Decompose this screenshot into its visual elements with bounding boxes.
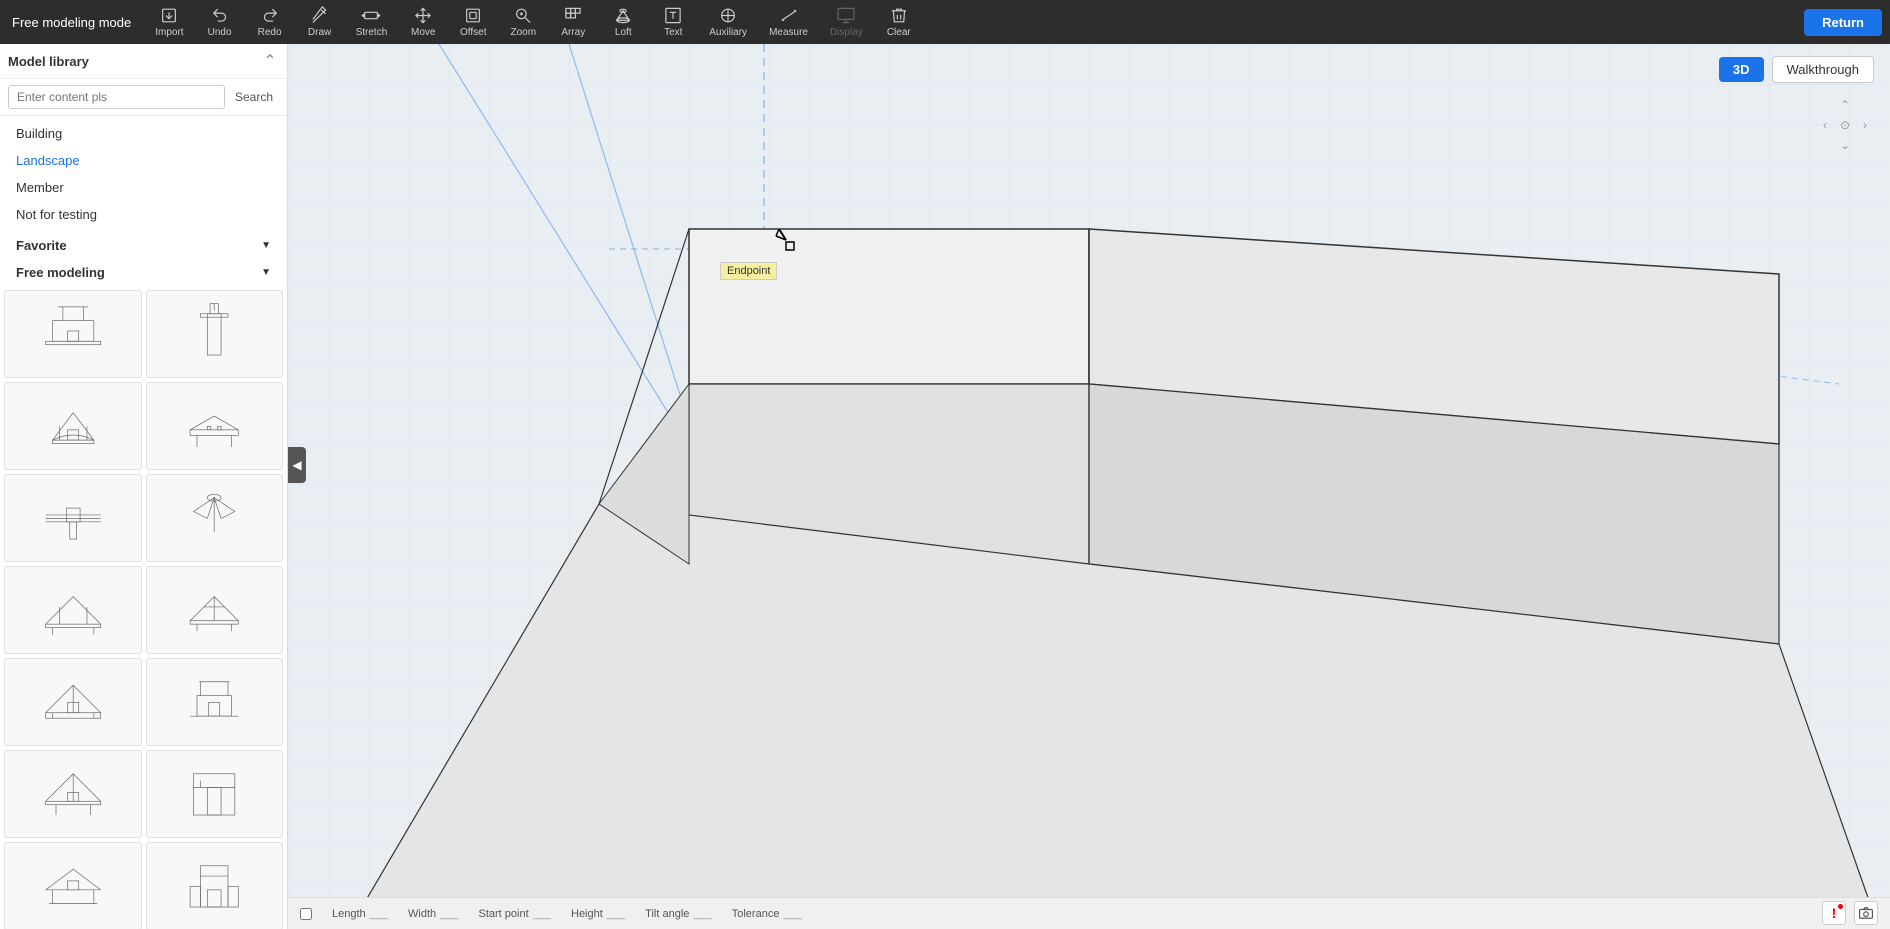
auxiliary-button[interactable]: Auxiliary xyxy=(699,2,757,42)
thumbnail-7[interactable] xyxy=(4,566,142,654)
text-button[interactable]: Text xyxy=(649,2,697,42)
free-modeling-arrow-icon: ▼ xyxy=(261,267,271,278)
array-button[interactable]: Array xyxy=(549,2,597,42)
status-width: Width ___ xyxy=(408,908,458,920)
thumbnail-13[interactable] xyxy=(4,842,142,929)
favorite-section[interactable]: Favorite ▼ xyxy=(0,232,287,259)
clear-button[interactable]: Clear xyxy=(875,2,923,42)
search-bar: Search xyxy=(0,79,287,116)
zoom-button[interactable]: Zoom xyxy=(499,2,547,42)
thumbnail-14[interactable] xyxy=(146,842,284,929)
bottom-right-icons: ! xyxy=(1822,901,1878,925)
sidebar-title: Model library xyxy=(8,54,255,69)
favorite-arrow-icon: ▼ xyxy=(261,240,271,251)
free-modeling-section[interactable]: Free modeling ▼ xyxy=(0,259,287,286)
thumbnail-9[interactable] xyxy=(4,658,142,746)
thumbnail-4[interactable] xyxy=(146,382,284,470)
status-length: Length ___ xyxy=(332,908,388,920)
toolbar: Free modeling mode Import Undo Redo Draw… xyxy=(0,0,1890,44)
search-input[interactable] xyxy=(8,85,225,109)
return-button[interactable]: Return xyxy=(1804,9,1882,36)
view-controls: 3D Walkthrough xyxy=(1719,56,1874,83)
walkthrough-button[interactable]: Walkthrough xyxy=(1772,56,1875,83)
viewport[interactable]: 3D Walkthrough ⌃ ‹ ⊙ › ⌄ xyxy=(288,44,1890,929)
stretch-button[interactable]: Stretch xyxy=(346,2,398,42)
move-button[interactable]: Move xyxy=(399,2,447,42)
thumbnail-grid xyxy=(0,286,287,929)
sidebar: Model library ⌃ Search Building Landscap… xyxy=(0,44,288,929)
status-tolerance: Tolerance ___ xyxy=(732,908,802,920)
nav-home-icon[interactable]: ⊙ xyxy=(1836,116,1854,134)
search-button[interactable]: Search xyxy=(229,86,279,108)
sidebar-item-not-testing[interactable]: Not for testing xyxy=(0,201,287,228)
draw-button[interactable]: Draw xyxy=(296,2,344,42)
status-tilt-angle: Tilt angle ___ xyxy=(645,908,712,920)
warning-icon[interactable]: ! xyxy=(1822,901,1846,925)
offset-button[interactable]: Offset xyxy=(449,2,497,42)
thumbnail-6[interactable] xyxy=(146,474,284,562)
sidebar-toggle-button[interactable]: ◀ xyxy=(288,447,306,483)
nav-down-icon[interactable]: ⌄ xyxy=(1836,136,1854,154)
nav-right-icon[interactable]: › xyxy=(1856,116,1874,134)
sidebar-header: Model library ⌃ xyxy=(0,44,287,79)
undo-button[interactable]: Undo xyxy=(196,2,244,42)
camera-icon[interactable] xyxy=(1854,901,1878,925)
measure-button[interactable]: Measure xyxy=(759,2,818,42)
thumbnail-8[interactable] xyxy=(146,566,284,654)
thumbnail-11[interactable] xyxy=(4,750,142,838)
nav-left-icon[interactable]: ‹ xyxy=(1816,116,1834,134)
3d-button[interactable]: 3D xyxy=(1719,57,1764,82)
nav-arrows: ⌃ ‹ ⊙ › ⌄ xyxy=(1816,96,1874,154)
thumbnail-5[interactable] xyxy=(4,474,142,562)
status-start-point: Start point ___ xyxy=(479,908,552,920)
loft-button[interactable]: Loft xyxy=(599,2,647,42)
status-height: Height ___ xyxy=(571,908,625,920)
thumbnail-3[interactable] xyxy=(4,382,142,470)
redo-button[interactable]: Redo xyxy=(246,2,294,42)
import-button[interactable]: Import xyxy=(145,2,193,42)
sidebar-collapse-icon[interactable]: ⌃ xyxy=(261,52,279,70)
sidebar-item-landscape[interactable]: Landscape xyxy=(0,147,287,174)
main-area: Model library ⌃ Search Building Landscap… xyxy=(0,44,1890,929)
thumbnail-2[interactable] xyxy=(146,290,284,378)
display-button[interactable]: Display xyxy=(820,2,873,42)
nav-up-icon[interactable]: ⌃ xyxy=(1836,96,1854,114)
thumbnail-12[interactable] xyxy=(146,750,284,838)
category-list: Building Landscape Member Not for testin… xyxy=(0,116,287,232)
thumbnail-1[interactable] xyxy=(4,290,142,378)
thumbnail-10[interactable] xyxy=(146,658,284,746)
canvas-svg[interactable] xyxy=(288,44,1890,929)
sidebar-item-member[interactable]: Member xyxy=(0,174,287,201)
statusbar: Length ___ Width ___ Start point ___ Hei… xyxy=(288,897,1890,929)
statusbar-checkbox[interactable] xyxy=(300,908,312,920)
sidebar-item-building[interactable]: Building xyxy=(0,120,287,147)
app-title: Free modeling mode xyxy=(8,15,143,30)
